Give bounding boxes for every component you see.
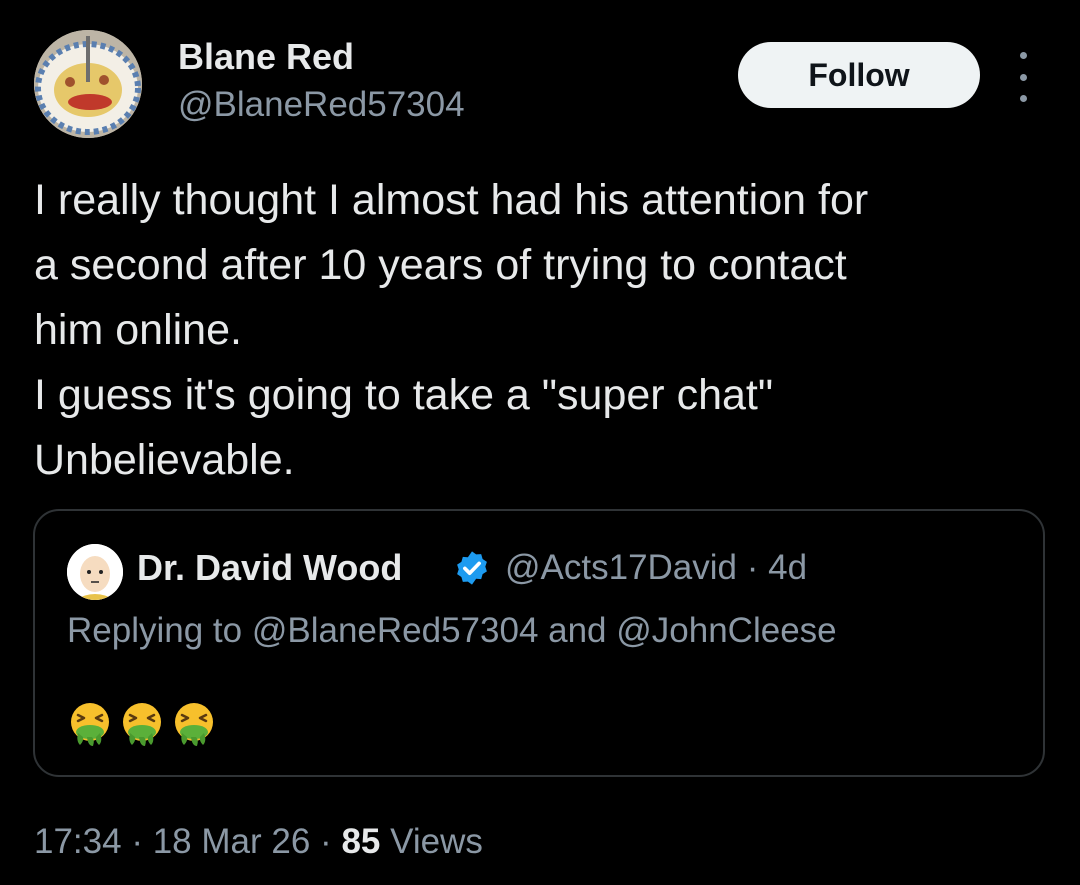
author-avatar[interactable]: [34, 30, 142, 138]
views-count[interactable]: 85: [341, 822, 380, 861]
quoted-author-handle[interactable]: @Acts17David: [505, 548, 737, 587]
tweet-text: I really thought I almost had his attent…: [34, 168, 1064, 493]
author-handle[interactable]: @BlaneRed57304: [178, 85, 465, 125]
author-name[interactable]: Blane Red: [178, 36, 354, 78]
tweet-line: a second after 10 years of trying to con…: [34, 241, 847, 289]
tweet-line: Unbelievable.: [34, 436, 295, 484]
quoted-tweet-card[interactable]: Dr. David Wood @Acts17David · 4d Replyin…: [33, 509, 1045, 777]
tweet-line: him online.: [34, 306, 242, 354]
tweet-time[interactable]: 17:34: [34, 822, 122, 861]
follow-button[interactable]: Follow: [738, 42, 980, 108]
vomiting-face-emoji-icon: [175, 703, 213, 746]
meta-separator: ·: [320, 822, 332, 861]
emoji-row: [67, 701, 217, 747]
meta-separator: ·: [746, 548, 759, 587]
quoted-age[interactable]: 4d: [768, 548, 807, 587]
vomiting-face-emoji-icon: [71, 703, 109, 746]
meta-separator: ·: [131, 822, 143, 861]
quoted-meta: @Acts17David · 4d: [505, 548, 807, 588]
tweet-line: I guess it's going to take a "super chat…: [34, 371, 774, 419]
views-label[interactable]: Views: [390, 822, 483, 861]
quoted-author-name[interactable]: Dr. David Wood: [137, 547, 402, 589]
verified-badge-icon: [457, 551, 487, 585]
tweet-meta-row: 17:34 · 18 Mar 26 · 85 Views: [34, 822, 483, 862]
vomiting-face-emoji-icon: [123, 703, 161, 746]
tweet-date[interactable]: 18 Mar 26: [153, 822, 311, 861]
bald-hero-avatar-icon: [67, 544, 123, 600]
more-vertical-icon[interactable]: [1008, 52, 1038, 102]
tweet-line: I really thought I almost had his attent…: [34, 176, 869, 224]
pizza-plate-avatar-icon: [34, 30, 142, 138]
replying-to-text: Replying to @BlaneRed57304 and @JohnClee…: [67, 611, 837, 650]
quoted-author-avatar[interactable]: [67, 544, 123, 600]
